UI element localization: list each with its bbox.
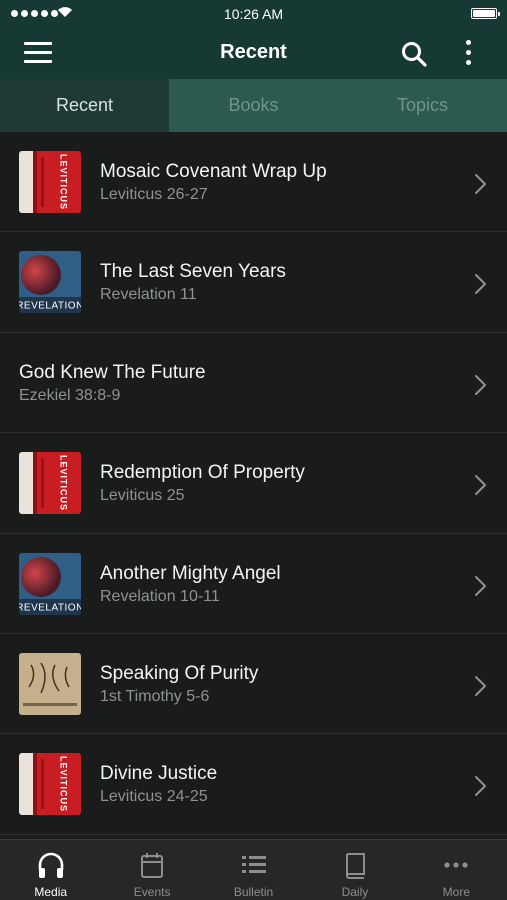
segment-tabs: Recent Books Topics [0, 79, 507, 132]
list-item-title: Another Mighty Angel [100, 562, 281, 584]
list-icon [241, 856, 266, 873]
tabbar-item-bulletin[interactable]: Bulletin [203, 840, 304, 900]
list-item-title: Divine Justice [100, 763, 218, 785]
tabbar-label: Daily [341, 885, 369, 899]
chevron-right-icon [475, 174, 486, 194]
tab-topics[interactable]: Topics [338, 79, 507, 132]
tab-recent[interactable]: Recent [0, 79, 169, 132]
battery-icon [471, 8, 500, 19]
list-item-title: The Last Seven Years [100, 261, 286, 283]
tabbar-item-daily[interactable]: Daily [304, 840, 405, 900]
tabbar-label: Events [133, 885, 171, 899]
tabbar-label: Bulletin [233, 885, 274, 899]
bottom-tab-bar: Media Events Bulletin Daily More [0, 839, 507, 900]
tab-books[interactable]: Books [169, 79, 338, 132]
page-title: Recent [220, 41, 287, 63]
tabbar-item-events[interactable]: Events [101, 840, 202, 900]
list-item-subtitle: Revelation 11 [100, 286, 197, 304]
list-item[interactable]: Speaking Of Purity 1st Timothy 5-6 [0, 634, 507, 735]
list-item-title: God Knew The Future [19, 361, 206, 383]
list-item-title: Speaking Of Purity [100, 662, 259, 684]
svg-text:REVELATION: REVELATION [19, 301, 81, 312]
headphones-icon [38, 852, 64, 878]
list-item[interactable]: LEVITICUS Divine Justice Leviticus 24-25 [0, 734, 507, 835]
chevron-right-icon [475, 374, 486, 395]
list-item-title: Redemption Of Property [100, 462, 305, 484]
list-item-subtitle: 1st Timothy 5-6 [100, 687, 210, 705]
chevron-right-icon [475, 575, 486, 596]
svg-text:LEVITICUS: LEVITICUS [59, 154, 69, 210]
list-item[interactable]: LEVITICUS Mosaic Covenant Wrap Up Leviticu… [0, 132, 507, 233]
more-vertical-icon[interactable] [458, 38, 478, 68]
tabbar-label: More [442, 885, 470, 899]
tabbar-item-more[interactable]: More [406, 840, 507, 900]
book-icon [345, 853, 365, 879]
list-item-subtitle: Revelation 10-11 [100, 587, 220, 605]
calendar-icon [141, 853, 164, 878]
tabbar-item-media[interactable]: Media [0, 840, 101, 900]
sermon-artwork: LEVITICUS [19, 452, 81, 515]
chevron-right-icon [475, 675, 486, 696]
nav-bar: Recent [0, 28, 507, 79]
chevron-right-icon [475, 776, 486, 797]
sermon-list: LEVITICUS Mosaic Covenant Wrap Up Leviticu… [0, 132, 507, 839]
sermon-artwork: LEVITICUS [19, 151, 81, 213]
list-item-subtitle: Leviticus 26-27 [100, 186, 208, 203]
svg-text:LEVITICUS: LEVITICUS [59, 455, 69, 511]
status-time: 10:26 AM [223, 6, 284, 22]
svg-text:REVELATION: REVELATION [19, 602, 81, 613]
list-item-subtitle: Leviticus 24-25 [100, 788, 208, 806]
list-item-title: Mosaic Covenant Wrap Up [100, 161, 327, 182]
list-item-subtitle: Ezekiel 38:8-9 [19, 386, 121, 404]
list-item[interactable]: REVELATION The Last Seven Years Revelation… [0, 232, 507, 333]
search-icon[interactable] [400, 40, 428, 68]
status-bar: 10:26 AM [0, 0, 507, 28]
sermon-artwork: REVELATION [19, 251, 81, 314]
list-item[interactable]: LEVITICUS Redemption Of Property Leviticus… [0, 433, 507, 534]
list-item[interactable]: REVELATION Another Mighty Angel Revelation… [0, 534, 507, 634]
list-item[interactable]: God Knew The Future Ezekiel 38:8-9 [0, 333, 507, 434]
svg-text:LEVITICUS: LEVITICUS [59, 756, 69, 812]
tabbar-label: Media [34, 885, 68, 899]
list-item-subtitle: Leviticus 25 [100, 487, 185, 505]
chevron-right-icon [475, 475, 486, 496]
sermon-artwork: REVELATION [19, 552, 81, 615]
sermon-artwork [19, 652, 81, 715]
more-horizontal-icon [444, 862, 468, 868]
sermon-artwork: LEVITICUS [19, 753, 81, 816]
chevron-right-icon [475, 274, 486, 295]
